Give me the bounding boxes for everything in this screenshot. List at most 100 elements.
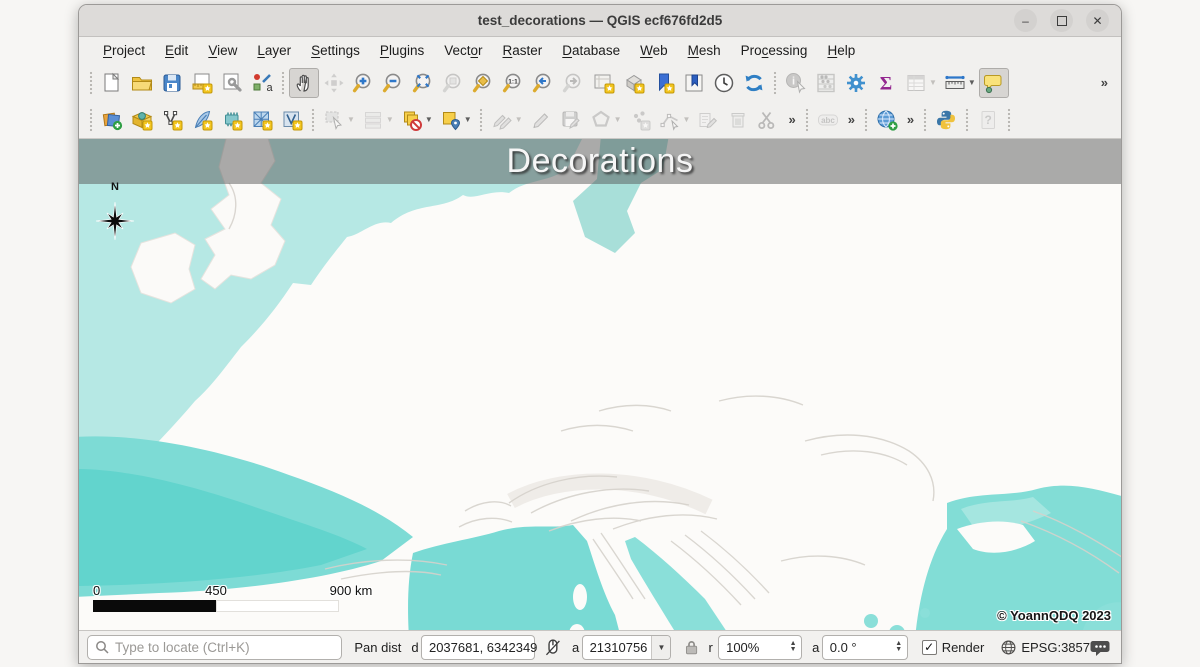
modify-attributes-of-selected-features-button[interactable] [693,105,723,135]
metasearch-csw-client-button[interactable] [872,105,902,135]
zoom-to-native-resolution-button[interactable]: 1:1 [499,68,529,98]
python-console-button[interactable] [931,105,961,135]
render-toggle[interactable]: ✓ Render [922,640,985,655]
toolbar-extension-button[interactable]: » [1096,75,1113,90]
dropdown-arrow-icon[interactable]: ▼ [929,79,937,87]
coordinate-box[interactable]: 2037681, 6342349 [421,635,535,660]
current-edits-button[interactable]: ▼ [487,105,526,135]
magnifier-spinbox[interactable]: 100% ▲▼ [718,635,802,660]
pan-map-to-selection-button[interactable] [319,68,349,98]
menu-view[interactable]: View [198,39,247,62]
rotation-spinbox[interactable]: 0.0 ° ▲▼ [822,635,908,660]
add-polygon-feature-button[interactable]: ▼ [586,105,625,135]
scale-combobox[interactable]: 21310756 ▼ [582,635,672,660]
temporal-controller-panel-button[interactable] [709,68,739,98]
new-temporary-scratch-layer-button[interactable] [217,105,247,135]
delete-selected-button[interactable] [723,105,753,135]
scale-dropdown-arrow[interactable]: ▼ [651,636,670,659]
magnifier-spin-arrows[interactable]: ▲▼ [785,636,801,659]
locator-box[interactable] [87,635,342,660]
zoom-out-button[interactable] [379,68,409,98]
menu-help[interactable]: Help [817,39,865,62]
save-layer-edits-button[interactable] [556,105,586,135]
open-attribute-table-button[interactable]: ▼ [901,68,940,98]
statistical-summary-button[interactable]: Σ [871,68,901,98]
dropdown-arrow-icon[interactable]: ▼ [968,79,976,87]
pan-map-button[interactable] [289,68,319,98]
maximize-button[interactable] [1050,9,1073,32]
locator-input[interactable] [115,640,334,655]
refresh-map-button[interactable] [739,68,769,98]
identify-features-button[interactable]: i [781,68,811,98]
show-map-tips-button[interactable] [979,68,1009,98]
dropdown-arrow-icon[interactable]: ▼ [464,116,472,124]
zoom-last-button[interactable] [529,68,559,98]
menu-raster[interactable]: Raster [493,39,553,62]
processing-toolbox-button[interactable] [841,68,871,98]
dropdown-arrow-icon[interactable]: ▼ [683,116,691,124]
zoom-next-button[interactable] [559,68,589,98]
menu-project[interactable]: Project [93,39,155,62]
new-mesh-layer-button[interactable] [277,105,307,135]
dropdown-arrow-icon[interactable]: ▼ [425,116,433,124]
map-canvas[interactable]: Decorations N 0 450 900 km © YoannQDQ 20… [79,139,1121,630]
menu-edit[interactable]: Edit [155,39,198,62]
crs-status-button[interactable]: EPSG:3857 [1000,639,1090,656]
layer-labeling-options-button[interactable]: abc [813,105,843,135]
minimize-button[interactable]: – [1014,9,1037,32]
new-project-button[interactable] [97,68,127,98]
zoom-to-selection-button[interactable] [439,68,469,98]
select-features-by-value-button[interactable]: ▼ [358,105,397,135]
toolbar-separator [89,108,93,132]
menu-processing[interactable]: Processing [731,39,818,62]
new-geopackage-layer-button[interactable] [127,105,157,135]
new-virtual-layer-button[interactable] [247,105,277,135]
messages-button[interactable] [1090,638,1111,657]
new-3d-map-view-button[interactable] [619,68,649,98]
menu-database[interactable]: Database [552,39,630,62]
select-by-location-button[interactable]: ▼ [436,105,475,135]
add-record-button[interactable] [625,105,655,135]
cut-features-button[interactable] [753,105,783,135]
mouse-position-toggle-icon[interactable] [543,637,562,657]
deselect-features-button[interactable]: ▼ [397,105,436,135]
new-print-layout-button[interactable] [187,68,217,98]
select-features-button[interactable]: ▼ [319,105,358,135]
dropdown-arrow-icon[interactable]: ▼ [515,116,523,124]
titlebar[interactable]: test_decorations — QGIS ecf676fd2d5 – ✕ [79,5,1121,37]
show-layout-manager-button[interactable] [217,68,247,98]
help-contents-button[interactable]: ? [973,105,1003,135]
measure-line-button[interactable]: ▼ [940,68,979,98]
dropdown-arrow-icon[interactable]: ▼ [347,116,355,124]
menu-web[interactable]: Web [630,39,678,62]
menu-mesh[interactable]: Mesh [678,39,731,62]
new-shapefile-layer-button[interactable] [157,105,187,135]
zoom-full-button[interactable] [409,68,439,98]
toolbar-extension-button[interactable]: » [783,112,800,127]
new-map-view-button[interactable] [589,68,619,98]
menu-layer[interactable]: Layer [247,39,301,62]
render-checkbox[interactable]: ✓ [922,640,937,655]
vertex-tool-button[interactable]: ▼ [655,105,694,135]
toggle-editing-button[interactable] [526,105,556,135]
rotation-spin-arrows[interactable]: ▲▼ [891,636,907,659]
style-manager-button[interactable]: a [247,68,277,98]
zoom-in-button[interactable] [349,68,379,98]
save-project-button[interactable] [157,68,187,98]
zoom-to-layer-button[interactable] [469,68,499,98]
dropdown-arrow-icon[interactable]: ▼ [386,116,394,124]
menu-settings[interactable]: Settings [301,39,370,62]
close-button[interactable]: ✕ [1086,9,1109,32]
new-spatial-bookmark-button[interactable] [649,68,679,98]
toolbar-extension-button[interactable]: » [902,112,919,127]
show-spatial-bookmarks-button[interactable] [679,68,709,98]
dropdown-arrow-icon[interactable]: ▼ [614,116,622,124]
open-project-button[interactable] [127,68,157,98]
menu-vector[interactable]: Vector [434,39,492,62]
toolbar-extension-button[interactable]: » [843,112,860,127]
open-data-source-manager-button[interactable] [97,105,127,135]
new-spatialite-layer-button[interactable] [187,105,217,135]
menu-plugins[interactable]: Plugins [370,39,434,62]
lock-scale-icon[interactable] [683,638,700,656]
open-field-calculator-button[interactable] [811,68,841,98]
